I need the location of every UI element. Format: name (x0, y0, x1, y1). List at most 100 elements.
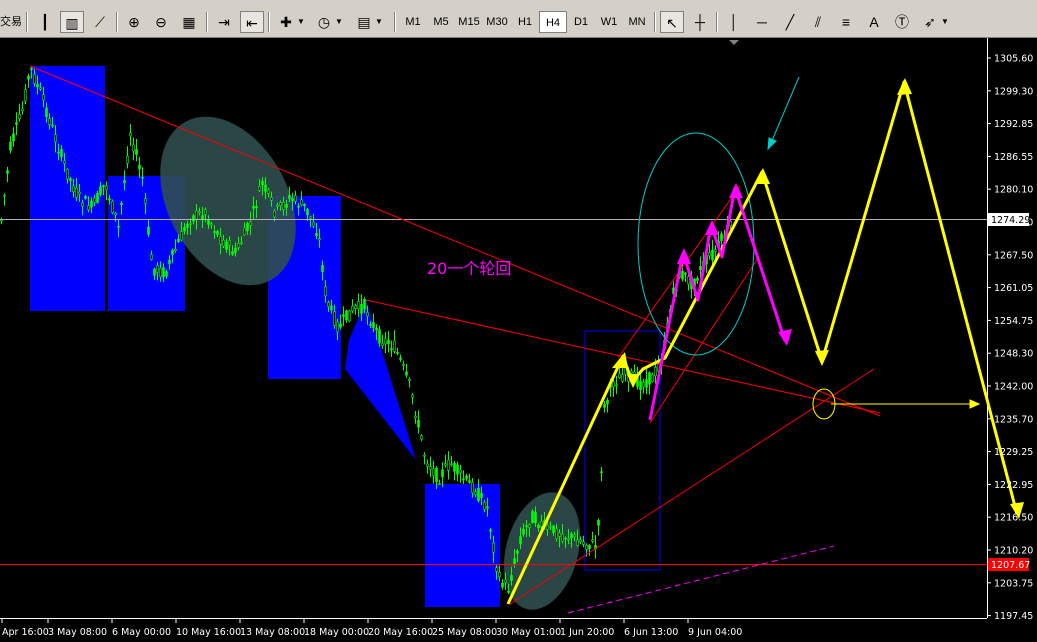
cursor-icon[interactable]: ↖ (660, 11, 684, 33)
x-tick-label: 30 May 01:00 (496, 627, 561, 638)
y-tick-label: 1242.00 (994, 382, 1033, 393)
y-tick-label: 1210.20 (994, 546, 1033, 557)
toolbar-left-label: 交易 (0, 16, 22, 28)
candle (417, 410, 420, 434)
candle (582, 535, 585, 548)
y-tick-label: 1292.85 (994, 119, 1033, 130)
arrowhead-icon (897, 78, 912, 95)
text-label-icon[interactable]: Ⓣ (890, 11, 914, 33)
arrowhead-icon (705, 220, 719, 235)
yellow-projection-path (506, 80, 1019, 605)
horizontal-line-icon[interactable]: ─ (750, 11, 774, 33)
fibonacci-icon[interactable]: ≡ (834, 11, 858, 33)
candle (645, 368, 648, 395)
timeframe-m15[interactable]: M15 (455, 11, 483, 33)
chart-shift-icon[interactable]: ⇤ (240, 11, 264, 33)
marked-price-label: 1207.67 (988, 558, 1030, 571)
candle (27, 73, 30, 88)
cycle-annotation: 20一个轮回 (427, 259, 511, 278)
candle (384, 332, 387, 353)
candle (111, 199, 114, 215)
price-chart[interactable]: 20一个轮回 1305.60 1299.30 1292.85 1286.55 1280.… (0, 38, 1037, 642)
x-tick-label: Apr 16:00 (2, 627, 49, 638)
chevron-down-icon[interactable]: ▼ (296, 11, 306, 33)
candle (399, 354, 402, 363)
y-tick-label: 1254.75 (994, 316, 1033, 327)
arrows-icon[interactable]: ➶ (918, 11, 942, 33)
candle (3, 193, 6, 206)
candle (591, 531, 594, 544)
candle (594, 534, 597, 559)
timeframe-w1[interactable]: W1 (595, 11, 623, 33)
candle (129, 124, 132, 146)
equidistant-channel-icon[interactable]: ⫽ (806, 11, 830, 33)
zoom-out-icon[interactable]: ⊖ (149, 11, 173, 33)
timeframe-h4[interactable]: H4 (539, 11, 567, 33)
candle (648, 371, 651, 395)
toolbar-separator (654, 12, 656, 32)
bar-chart-icon[interactable]: ┃ (33, 11, 57, 33)
chevron-down-icon[interactable]: ▼ (374, 11, 384, 33)
vertical-line-icon[interactable]: │ (722, 11, 746, 33)
candle (348, 309, 351, 323)
arrowhead-icon (729, 183, 743, 198)
chart-canvas[interactable]: 20一个轮回 1305.60 1299.30 1292.85 1286.55 1280.… (0, 38, 1037, 642)
chevron-down-icon[interactable]: ▼ (940, 11, 950, 33)
timeframe-m30[interactable]: M30 (483, 11, 511, 33)
candle (477, 479, 480, 503)
templates-icon[interactable]: ▤ (352, 11, 376, 33)
x-tick-label: 6 Jun 13:00 (624, 627, 678, 638)
candlestick-chart-icon[interactable]: ▥ (60, 11, 84, 33)
candle (606, 397, 609, 413)
magenta-wave-path (648, 186, 787, 421)
candle (387, 331, 390, 353)
x-tick-label: 18 May 00:00 (304, 627, 369, 638)
toolbar-separator (268, 12, 270, 32)
candle (105, 181, 108, 201)
toolbar-separator (206, 12, 208, 32)
y-tick-label: 1197.45 (994, 611, 1033, 622)
periods-clock-icon[interactable]: ◷ (312, 11, 336, 33)
autoscroll-icon[interactable]: ⇥ (212, 11, 236, 33)
trendline-icon[interactable]: ╱ (778, 11, 802, 33)
candle (465, 473, 468, 482)
candle (642, 378, 645, 394)
y-tick-label: 1235.70 (994, 414, 1033, 425)
y-tick-label: 1299.30 (994, 86, 1033, 97)
chevron-down-icon[interactable]: ▼ (334, 11, 344, 33)
candle (651, 372, 654, 383)
crosshair-icon[interactable]: ┼ (688, 11, 712, 33)
zone-box (425, 484, 500, 607)
zoom-in-icon[interactable]: ⊕ (122, 11, 146, 33)
y-tick-label: 1267.50 (994, 250, 1033, 261)
line-chart-icon[interactable]: ⟋ (88, 11, 112, 33)
candle (696, 275, 699, 284)
tile-windows-icon[interactable]: ▦ (177, 11, 201, 33)
arrowhead-icon (778, 329, 792, 346)
indicators-icon[interactable]: ✚ (274, 11, 298, 33)
y-tick-label: 1261.05 (994, 283, 1033, 294)
candle (501, 579, 504, 590)
x-tick-label: 10 May 16:00 (176, 627, 241, 638)
y-tick-label: 1222.95 (994, 480, 1033, 491)
candle (441, 462, 444, 488)
timeframe-d1[interactable]: D1 (567, 11, 595, 33)
dashed-support-line (567, 545, 835, 614)
svg-text:1274.29: 1274.29 (991, 215, 1030, 226)
candle (432, 460, 435, 484)
candle (390, 340, 393, 357)
y-tick-label: 1248.30 (994, 349, 1033, 360)
timeframe-m5[interactable]: M5 (427, 11, 455, 33)
timeframe-mn[interactable]: MN (623, 11, 651, 33)
text-tool-icon[interactable]: A (862, 11, 886, 33)
candle (423, 452, 426, 465)
zone-wedge (345, 300, 416, 460)
candle (402, 360, 405, 371)
chart-shift-marker-icon[interactable] (729, 40, 739, 45)
candle (453, 460, 456, 481)
arrowhead-icon (815, 350, 829, 366)
timeframe-h1[interactable]: H1 (511, 11, 539, 33)
candle (381, 334, 384, 349)
y-tick-label: 1216.50 (994, 513, 1033, 524)
timeframe-m1[interactable]: M1 (399, 11, 427, 33)
